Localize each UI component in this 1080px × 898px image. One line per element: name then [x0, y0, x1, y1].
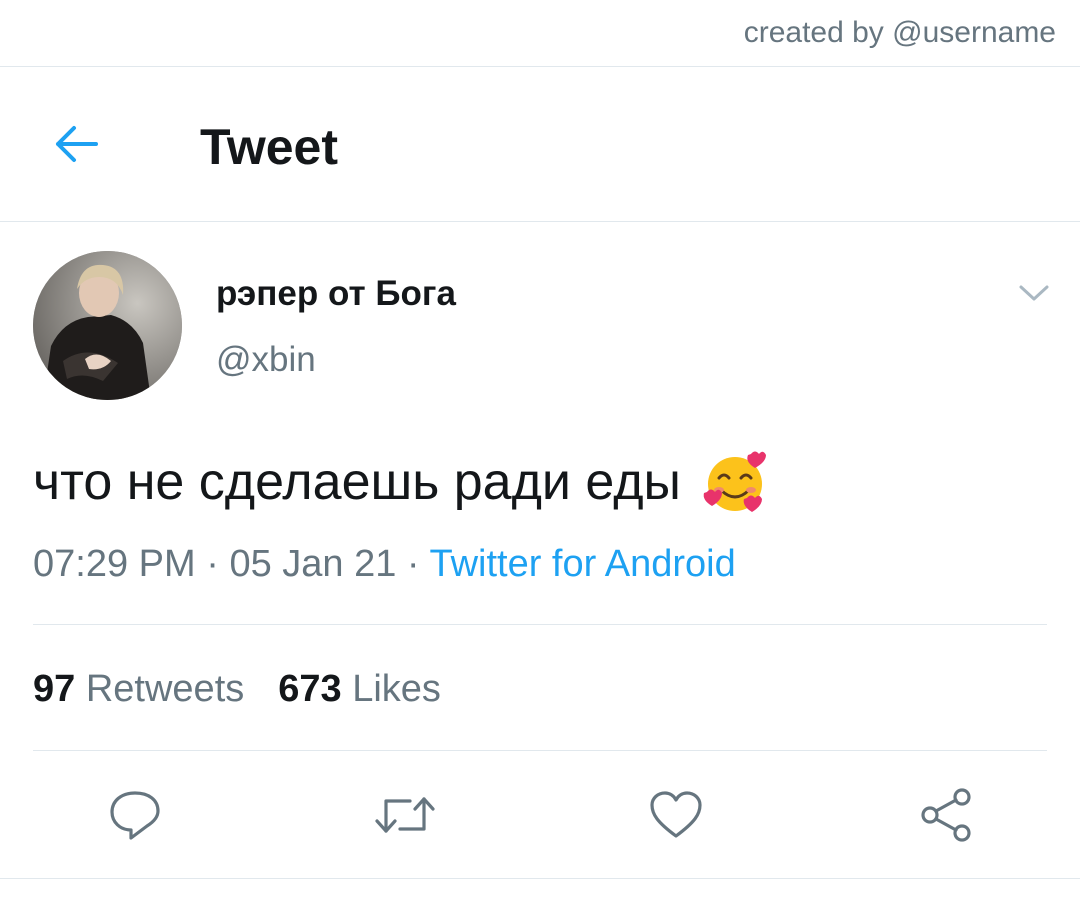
page-title: Tweet [200, 119, 338, 175]
reply-button[interactable] [95, 780, 175, 850]
top-divider [0, 66, 1080, 67]
likes-count: 673 [278, 668, 342, 710]
retweet-icon [375, 797, 435, 833]
avatar-image [33, 251, 182, 400]
retweets-stat[interactable]: 97 Retweets [33, 668, 244, 710]
display-name[interactable]: рэпер от Бога [216, 274, 456, 314]
tweet-source-link[interactable]: Twitter for Android [429, 543, 735, 585]
reply-icon [110, 791, 160, 840]
meta-separator: · [195, 543, 230, 585]
app-header: Tweet [0, 68, 1080, 221]
credit-text: created by @username [743, 16, 1056, 49]
tweet-meta: 07:29 PM · 05 Jan 21 · Twitter for Andro… [33, 543, 736, 586]
retweet-button[interactable] [365, 780, 445, 850]
tweet-page: created by @username Tweet рэпер от Бога… [0, 0, 1080, 898]
likes-label: Likes [352, 668, 441, 710]
header-divider [0, 221, 1080, 222]
meta-divider [33, 624, 1047, 625]
tweet-text: что не сделаешь ради еды [33, 453, 681, 511]
tweet-text-line: что не сделаешь ради еды [33, 448, 769, 516]
action-bar [0, 770, 1080, 860]
tweet-time: 07:29 PM [33, 543, 196, 585]
avatar[interactable] [33, 251, 182, 400]
tweet-date: 05 Jan 21 [229, 543, 397, 585]
arrow-left-icon [56, 126, 98, 162]
user-handle[interactable]: @xbin [216, 340, 316, 380]
chevron-down-icon [1019, 285, 1049, 301]
retweets-label: Retweets [85, 668, 245, 710]
meta-separator: · [396, 543, 430, 585]
like-icon [650, 791, 702, 838]
likes-stat[interactable]: 673 Likes [278, 668, 441, 710]
retweets-count: 97 [33, 668, 76, 710]
share-button[interactable] [906, 780, 986, 850]
share-icon [921, 788, 971, 842]
tweet-menu-button[interactable] [1012, 278, 1056, 308]
like-button[interactable] [636, 780, 716, 850]
bottom-divider [0, 878, 1080, 879]
tweet-stats: 97 Retweets 673 Likes [33, 668, 441, 711]
stats-divider [33, 750, 1047, 751]
smiling-face-with-hearts-icon [703, 451, 766, 512]
back-button[interactable] [40, 113, 112, 175]
